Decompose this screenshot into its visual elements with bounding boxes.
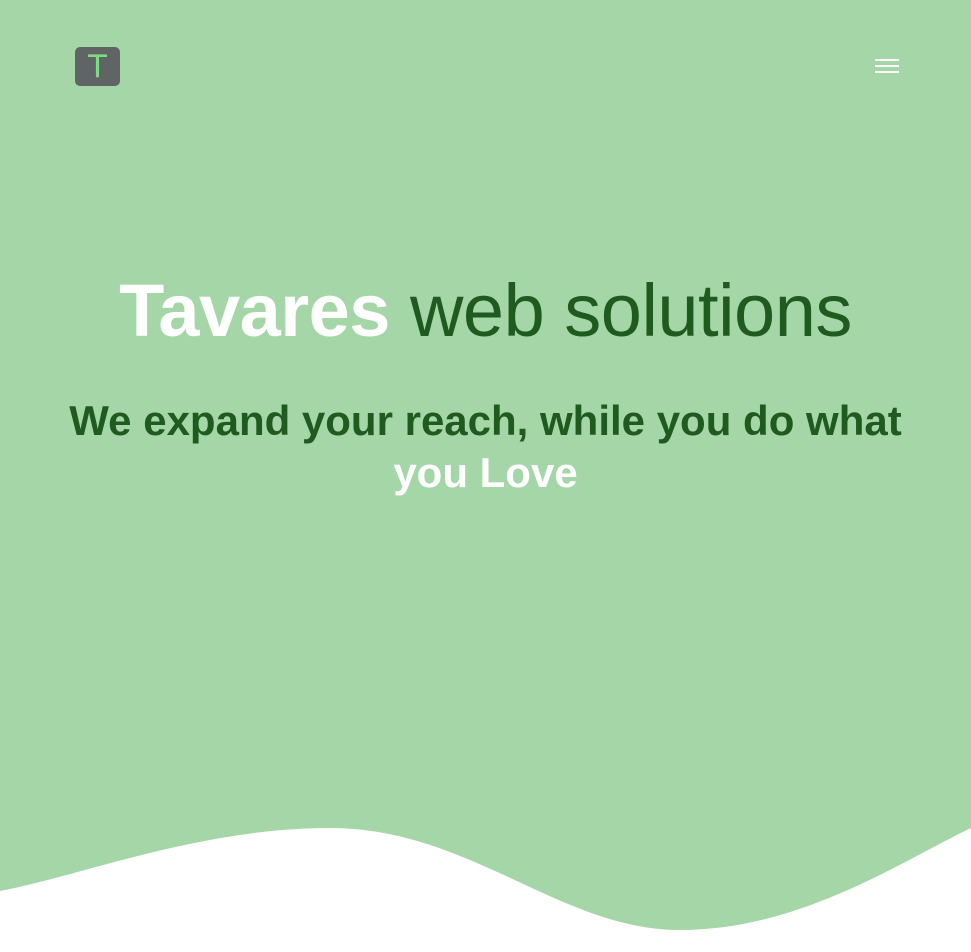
hero-subtitle-main: We expand your reach, while you do what: [69, 397, 902, 444]
hero-title-rest: web solutions: [389, 269, 852, 352]
site-header: T: [0, 0, 971, 132]
hero-subtitle: We expand your reach, while you do what …: [40, 395, 931, 499]
logo-letter: T: [88, 49, 107, 85]
hero-subtitle-accent: you Love: [393, 449, 578, 496]
hero-section: T Tavares web solutions We expand your r…: [0, 0, 971, 952]
site-logo[interactable]: T: [75, 47, 120, 86]
menu-toggle-button[interactable]: [869, 50, 905, 82]
hamburger-menu-icon: [875, 59, 899, 73]
hero-title-brand: Tavares: [119, 269, 390, 352]
hero-title: Tavares web solutions: [0, 266, 971, 356]
